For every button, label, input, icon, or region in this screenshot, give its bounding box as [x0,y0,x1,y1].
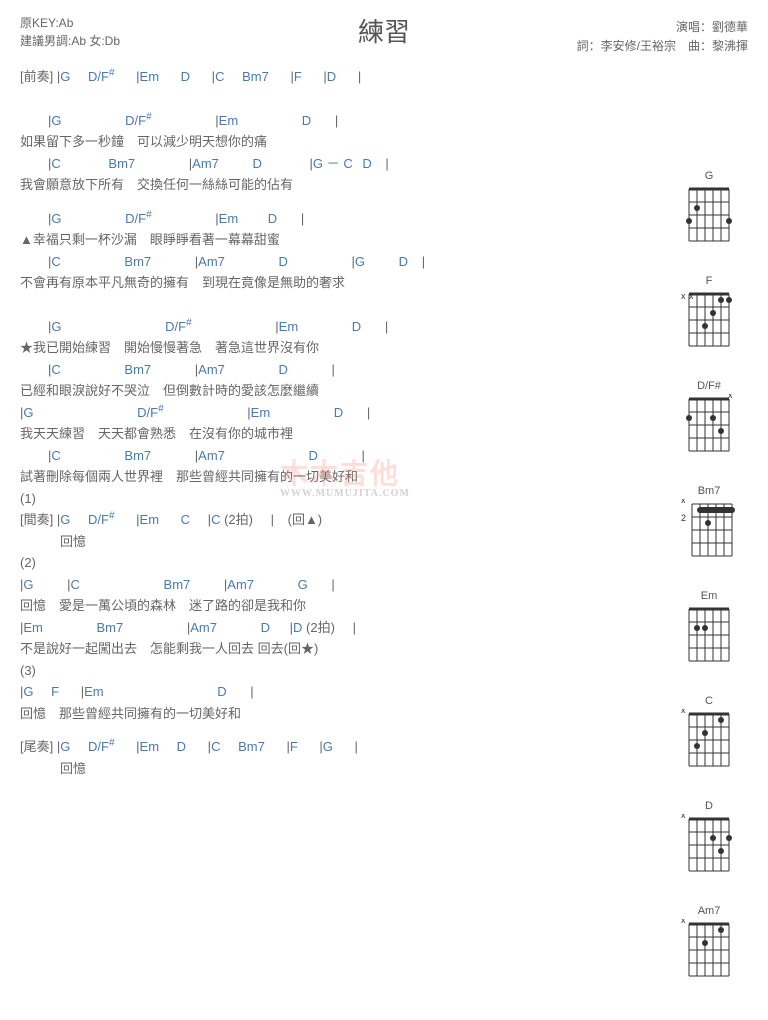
chord-diagram-f: F xx [680,275,738,352]
chord-diagram-bm7: Bm7 x2 [680,485,738,562]
marker-3: (3) [20,661,575,681]
lyric-line: 回憶 愛是一萬公頃的森林 迷了路的卻是我和你 [20,596,575,616]
fretboard-icon: x2 [681,499,737,559]
svg-text:x: x [681,709,686,715]
lyric-line: 我會願意放下所有 交換任何一絲絲可能的佔有 [20,175,575,195]
sheet-body: [前奏] |G D/F# |Em D |C Bm7 |F |D | |G D/F… [20,67,575,778]
meta-left: 原KEY:Ab 建議男調:Ab 女:Db [20,14,120,50]
intro-line: [前奏] |G D/F# |Em D |C Bm7 |F |D | [20,67,575,87]
header: 原KEY:Ab 建議男調:Ab 女:Db 練習 演唱：劉德華 詞：李安修/王裕宗… [20,12,748,49]
lyric-line: 不會再有原本平凡無奇的擁有 到現在竟像是無助的奢求 [20,273,575,293]
fretboard-icon: x [681,709,737,769]
chord-line: |G D/F# |Em D | [20,111,575,131]
chord-line: |G |C Bm7 |Am7 G | [20,575,575,595]
chord-line: |C Bm7 |Am7 D | [20,360,575,380]
lyric-line: 我天天練習 天天都會熟悉 在沒有你的城市裡 [20,424,575,444]
memory-label: 回憶 [20,532,575,552]
chord-line: |G F |Em D | [20,682,575,702]
singer-line: 演唱：劉德華 [577,18,748,37]
chord-diagram-c: C x [680,695,738,772]
lyric-line: ★我已開始練習 開始慢慢著急 著急這世界沒有你 [20,338,575,358]
svg-text:x: x [681,499,686,505]
outro-label: [尾奏] [20,739,53,754]
lyric-line: 試著刪除每個兩人世界裡 那些曾經共同擁有的一切美好和 [20,467,575,487]
memory-label: 回憶 [20,759,575,779]
lyric-line: 回憶 那些曾經共同擁有的一切美好和 [20,704,575,724]
chord-diagram-am7: Am7 x [680,905,738,982]
lyric-line: 不是說好一起闖出去 怎能剩我一人回去 回去(回★) [20,639,575,659]
svg-text:x: x [681,814,686,820]
key-suggest: 建議男調:Ab 女:Db [20,32,120,50]
interlude-line: [間奏] |G D/F# |Em C |C (2拍) | (回▲) [20,510,575,530]
fretboard-icon: xx [681,289,737,349]
chord-diagram-d: D x [680,800,738,877]
svg-text:x: x [681,291,686,301]
svg-text:2: 2 [681,513,686,523]
chord-line: |Em Bm7 |Am7 D |D (2拍) | [20,618,575,638]
fretboard-icon: x [681,814,737,874]
chord-line: |G D/F# |Em D | [20,403,575,423]
key-original: 原KEY:Ab [20,14,120,32]
chord-line: |G D/F# |Em D | [20,209,575,229]
chord-diagram-em: Em [680,590,738,667]
credits-line: 詞：李安修/王裕宗 曲：黎沸揮 [577,37,748,56]
outro-line: [尾奏] |G D/F# |Em D |C Bm7 |F |G | [20,737,575,757]
chord-diagram-dfs: D/F# x [680,380,738,457]
chord-line: |C Bm7 |Am7 D |G D | [20,252,575,272]
chord-line: |G D/F# |Em D | [20,317,575,337]
marker-1: (1) [20,489,575,509]
lyric-line: 已經和眼淚說好不哭泣 但倒數計時的愛該怎麼繼續 [20,381,575,401]
fretboard-icon: x [681,919,737,979]
chord-line: |C Bm7 |Am7 D | [20,446,575,466]
chord-diagram-g: G [680,170,738,247]
fretboard-icon [684,604,734,664]
chord-line: |C Bm7 |Am7 D |G － C D | [20,154,575,174]
chord-diagrams: G F xx D/F# x Bm7 x2 Em C x [680,170,738,1010]
marker-2: (2) [20,553,575,573]
intro-label: [前奏] [20,69,53,84]
meta-right: 演唱：劉德華 詞：李安修/王裕宗 曲：黎沸揮 [577,18,748,56]
svg-text:x: x [681,919,686,925]
interlude-label: [間奏] [20,512,53,527]
lyric-line: ▲幸福只剩一杯沙漏 眼睜睜看著一幕幕甜蜜 [20,230,575,250]
fretboard-icon: x [681,394,737,454]
lyric-line: 如果留下多一秒鐘 可以減少明天想你的痛 [20,132,575,152]
fretboard-icon [684,184,734,244]
